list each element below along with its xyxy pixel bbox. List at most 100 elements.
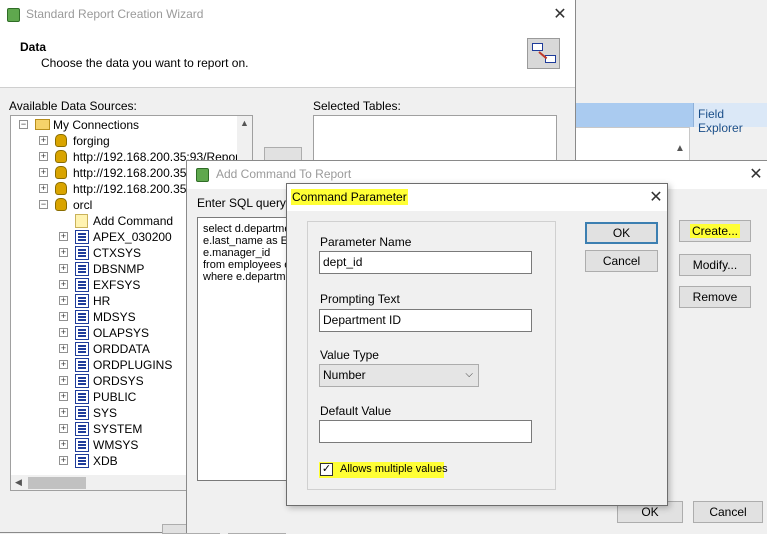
expand-icon[interactable]: + [59, 264, 68, 273]
field-explorer-tab[interactable]: Field Explorer [693, 103, 767, 135]
expand-icon[interactable]: + [59, 424, 68, 433]
background-app-toolbar [575, 0, 767, 103]
expand-icon[interactable]: + [59, 376, 68, 385]
schema-icon [75, 390, 89, 404]
tree-item-label: XDB [93, 454, 118, 468]
create-parameter-button[interactable]: Create... [679, 220, 751, 242]
expand-icon[interactable]: + [59, 392, 68, 401]
data-link-icon [527, 38, 560, 69]
default-value-label: Default Value [320, 404, 392, 418]
expand-icon[interactable]: + [59, 232, 68, 241]
expand-icon[interactable]: + [39, 136, 48, 145]
expand-icon[interactable]: + [39, 184, 48, 193]
tree-item-label: WMSYS [93, 438, 139, 452]
expand-icon[interactable]: + [59, 344, 68, 353]
expand-icon[interactable]: + [59, 328, 68, 337]
allow-multiple-values-row[interactable]: ✓ Allows multiple values [319, 462, 448, 478]
schema-icon [75, 326, 89, 340]
tree-item-label: PUBLIC [93, 390, 137, 404]
wizard-app-icon [7, 8, 20, 22]
database-icon [55, 166, 67, 179]
parameter-ok-button[interactable]: OK [585, 222, 658, 244]
schema-icon [75, 438, 89, 452]
tree-scroll-left-icon[interactable]: ◀ [11, 475, 26, 490]
create-button-label: Create... [689, 224, 741, 238]
schema-icon [75, 422, 89, 436]
database-icon [55, 134, 67, 147]
wizard-title: Standard Report Creation Wizard [26, 7, 204, 21]
sql-query-editor[interactable]: select d.departme e.last_name as Em e.mana… [197, 217, 297, 481]
expand-icon[interactable]: + [39, 152, 48, 161]
wizard-title-bar: Standard Report Creation Wizard ✕ [0, 0, 575, 30]
background-scroll-up[interactable]: ▲ [672, 143, 688, 159]
parameter-cancel-button[interactable]: Cancel [585, 250, 658, 272]
schema-icon [75, 230, 89, 244]
command-parameter-close-icon[interactable]: ✕ [642, 187, 670, 209]
tree-item-label: ORDPLUGINS [93, 358, 173, 372]
add-command-app-icon [196, 168, 209, 182]
default-value-input[interactable] [319, 420, 532, 443]
sql-line: from employees e [203, 259, 291, 271]
value-type-select[interactable]: Number ⌵ [319, 364, 479, 387]
collapse-icon[interactable]: − [19, 120, 28, 129]
prompting-text-label: Prompting Text [320, 292, 400, 306]
tree-item-label: ORDDATA [93, 342, 150, 356]
sql-line: e.manager_id [203, 247, 271, 259]
expand-icon[interactable]: + [59, 296, 68, 305]
parameter-name-label: Parameter Name [320, 235, 412, 249]
sql-line: select d.departme [203, 223, 291, 235]
schema-icon [75, 294, 89, 308]
expand-icon[interactable]: + [59, 280, 68, 289]
parameter-ok-label: OK [612, 226, 631, 240]
add-command-close-icon[interactable]: ✕ [742, 164, 767, 186]
tree-item[interactable]: + forging [11, 133, 237, 149]
tree-scroll-up-icon[interactable]: ▲ [237, 116, 252, 131]
database-icon [55, 150, 67, 163]
command-parameter-title-bar: Command Parameter ✕ [287, 184, 667, 211]
expand-icon[interactable]: + [59, 456, 68, 465]
sql-query-text: select d.departme e.last_name as Em e.mana… [203, 223, 297, 283]
sql-line: where e.departme [203, 271, 292, 283]
allow-multiple-checkbox[interactable]: ✓ [320, 463, 333, 476]
remove-parameter-button[interactable]: Remove [679, 286, 751, 308]
tree-item-label: OLAPSYS [93, 326, 150, 340]
collapse-icon[interactable]: − [39, 200, 48, 209]
expand-icon[interactable]: + [59, 360, 68, 369]
tree-item-label: ORDSYS [93, 374, 144, 388]
selected-tables-list[interactable] [313, 115, 557, 165]
selected-tables-label: Selected Tables: [313, 99, 401, 113]
schema-icon [75, 358, 89, 372]
tree-item-label: orcl [73, 198, 93, 212]
tree-item[interactable]: − My Connections [11, 117, 237, 133]
tree-item-label: MDSYS [93, 310, 136, 324]
parameter-name-input[interactable]: dept_id [319, 251, 532, 274]
modify-parameter-button[interactable]: Modify... [679, 254, 751, 276]
prompting-text-input[interactable]: Department ID [319, 309, 532, 332]
database-icon [55, 182, 67, 195]
schema-icon [75, 374, 89, 388]
parameter-cancel-label: Cancel [602, 254, 641, 268]
field-explorer-label: Field Explorer [698, 107, 743, 135]
tree-item-label: CTXSYS [93, 246, 142, 260]
add-command-cancel-button[interactable]: Cancel [693, 501, 763, 523]
schema-icon [75, 246, 89, 260]
value-type-label: Value Type [320, 348, 379, 362]
expand-icon[interactable]: + [39, 168, 48, 177]
expand-icon[interactable]: + [59, 440, 68, 449]
expand-icon[interactable]: + [59, 408, 68, 417]
tree-item-label: DBSNMP [93, 262, 145, 276]
add-command-cancel-label: Cancel [709, 505, 747, 519]
tree-item-label: forging [73, 134, 110, 148]
expand-icon[interactable]: + [59, 248, 68, 257]
modify-button-label: Modify... [692, 258, 738, 272]
schema-icon [75, 342, 89, 356]
wizard-close-icon[interactable]: ✕ [546, 4, 574, 26]
expand-icon[interactable]: + [59, 312, 68, 321]
wizard-header: Data Choose the data you want to report … [0, 30, 575, 88]
tree-item-label: SYS [93, 406, 118, 420]
allow-multiple-label: Allows multiple values [340, 463, 448, 475]
tree-item-label: EXFSYS [93, 278, 141, 292]
tree-horizontal-thumb[interactable] [28, 477, 86, 489]
tree-item-label: APEX_030200 [93, 230, 172, 244]
tree-item-label: SYSTEM [93, 422, 143, 436]
